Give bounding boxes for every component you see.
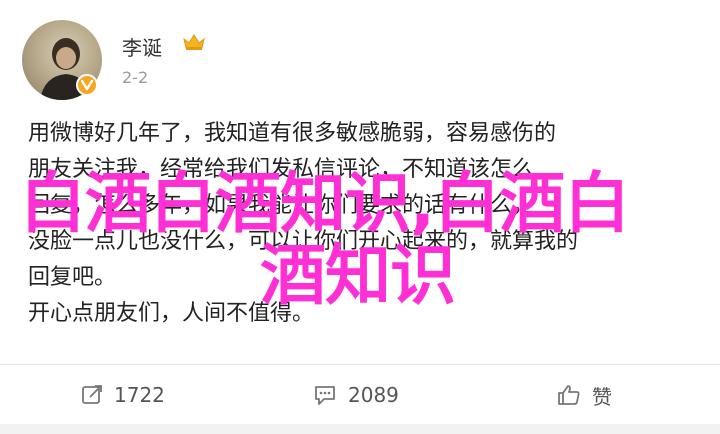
thumbs-up-icon <box>558 385 580 405</box>
post-line: 回复吧。 <box>28 265 117 290</box>
repost-button[interactable]: 1722 <box>80 365 165 425</box>
comment-count: 2089 <box>348 383 399 407</box>
post-timestamp: 2-2 <box>122 68 149 87</box>
like-label: 赞 <box>592 384 612 409</box>
verified-badge-icon <box>76 74 98 96</box>
comment-icon <box>315 386 335 405</box>
footer-gap <box>0 424 720 434</box>
post-line: 回复，怎么多年，如果我能让你们要求的话有什么， <box>28 193 535 218</box>
post-body: 用微博好几年了，我知道有很多敏感脆弱，容易感伤的 朋友关注我，经常给我们发私信评… <box>28 116 700 332</box>
post-header: 李诞 2-2 <box>0 0 720 100</box>
comment-button[interactable]: 2089 <box>312 365 399 425</box>
like-button[interactable]: 赞 <box>556 365 612 425</box>
post-line: 没脸一点儿也没什么，可以让你们开心起来的，就算我的 <box>28 229 579 254</box>
post-line: 开心点朋友们，人间不值得。 <box>28 301 315 326</box>
repost-count: 1722 <box>114 383 165 407</box>
author-name[interactable]: 李诞 <box>122 32 162 61</box>
post-line: 朋友关注我，经常给我们发私信评论，不知道该怎么 <box>28 157 535 182</box>
repost-icon <box>82 385 102 404</box>
post-line: 用微博好几年了，我知道有很多敏感脆弱，容易感伤的 <box>28 121 557 146</box>
crown-icon <box>183 34 205 50</box>
action-bar: 1722 2089 赞 <box>0 365 720 425</box>
